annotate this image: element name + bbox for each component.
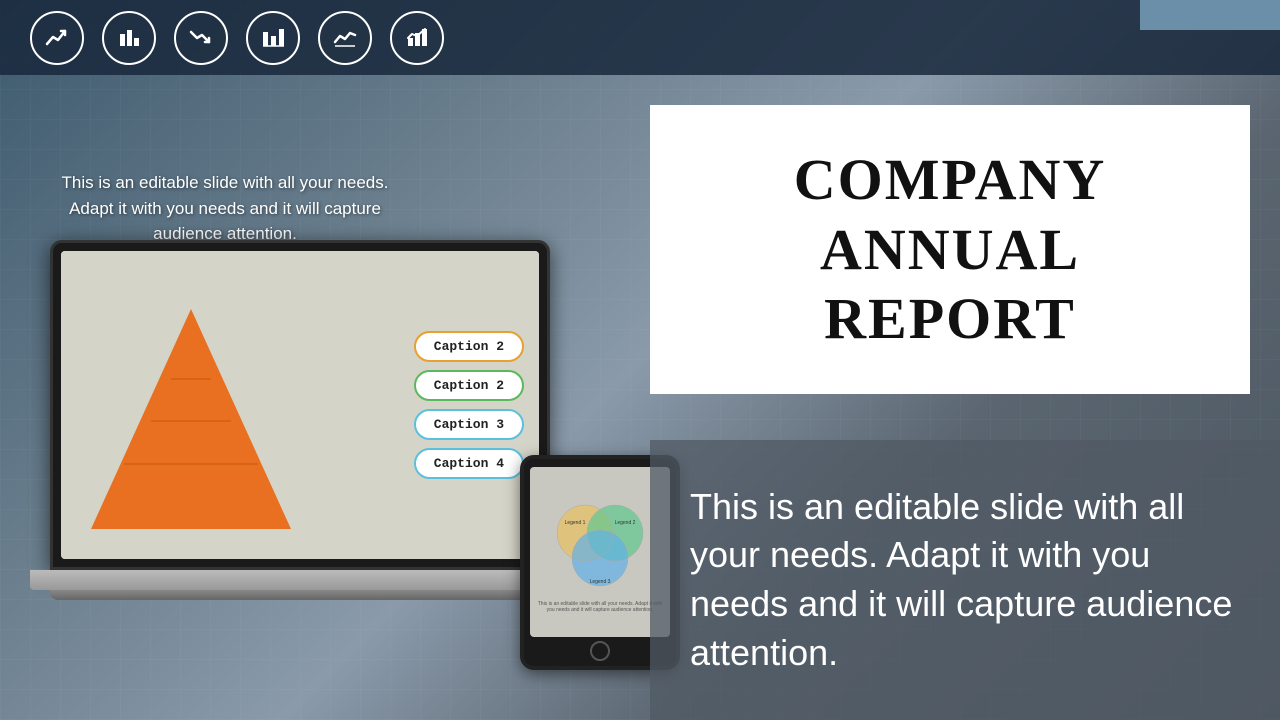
bottom-right-section: This is an editable slide with all your … bbox=[650, 440, 1280, 720]
bottom-description-text: This is an editable slide with all your … bbox=[690, 483, 1240, 677]
title-box: COMPANY ANNUAL REPORT bbox=[650, 105, 1250, 394]
laptop-container: Caption 2 Caption 2 Caption 3 Caption 4 bbox=[30, 240, 570, 700]
intro-text: This is an editable slide with all your … bbox=[60, 170, 390, 247]
tablet-screen: Legend 1 Legend 2 Legend 3 This is an ed… bbox=[530, 467, 670, 637]
right-section: COMPANY ANNUAL REPORT This is an editabl… bbox=[650, 75, 1280, 720]
tablet-caption-text: This is an editable slide with all your … bbox=[530, 598, 670, 617]
main-content: This is an editable slide with all your … bbox=[0, 75, 1280, 720]
tablet-home-button[interactable] bbox=[590, 641, 610, 661]
pyramid-chart bbox=[81, 299, 301, 539]
line-chart-up-icon[interactable] bbox=[30, 11, 84, 65]
laptop-bottom bbox=[50, 590, 550, 600]
line-chart-down-icon[interactable] bbox=[174, 11, 228, 65]
bar-chart-icon[interactable] bbox=[102, 11, 156, 65]
top-right-accent bbox=[1140, 0, 1280, 30]
pyramid-slide: Caption 2 Caption 2 Caption 3 Caption 4 bbox=[61, 251, 539, 559]
laptop-outer: Caption 2 Caption 2 Caption 3 Caption 4 bbox=[50, 240, 550, 570]
caption-item-1: Caption 2 bbox=[414, 331, 524, 362]
title-line1-text: COMPANY bbox=[794, 147, 1107, 212]
caption-list: Caption 2 Caption 2 Caption 3 Caption 4 bbox=[414, 331, 524, 479]
top-toolbar bbox=[0, 0, 1280, 75]
trend-icon[interactable] bbox=[318, 11, 372, 65]
bar-chart-2-icon[interactable] bbox=[246, 11, 300, 65]
caption-item-4: Caption 4 bbox=[414, 448, 524, 479]
title-line2-text: ANNUAL REPORT bbox=[820, 217, 1080, 352]
svg-text:Legend 2: Legend 2 bbox=[615, 520, 636, 526]
svg-text:Legend 1: Legend 1 bbox=[565, 520, 586, 526]
company-title-line1: COMPANY ANNUAL REPORT bbox=[700, 145, 1200, 354]
laptop-base bbox=[30, 570, 570, 590]
laptop-screen: Caption 2 Caption 2 Caption 3 Caption 4 bbox=[61, 251, 539, 559]
caption-item-3: Caption 3 bbox=[414, 409, 524, 440]
venn-diagram: Legend 1 Legend 2 Legend 3 bbox=[545, 488, 655, 598]
bar-chart-3-icon[interactable] bbox=[390, 11, 444, 65]
left-section: This is an editable slide with all your … bbox=[0, 75, 650, 720]
caption-item-2: Caption 2 bbox=[414, 370, 524, 401]
svg-text:Legend 3: Legend 3 bbox=[590, 579, 611, 585]
